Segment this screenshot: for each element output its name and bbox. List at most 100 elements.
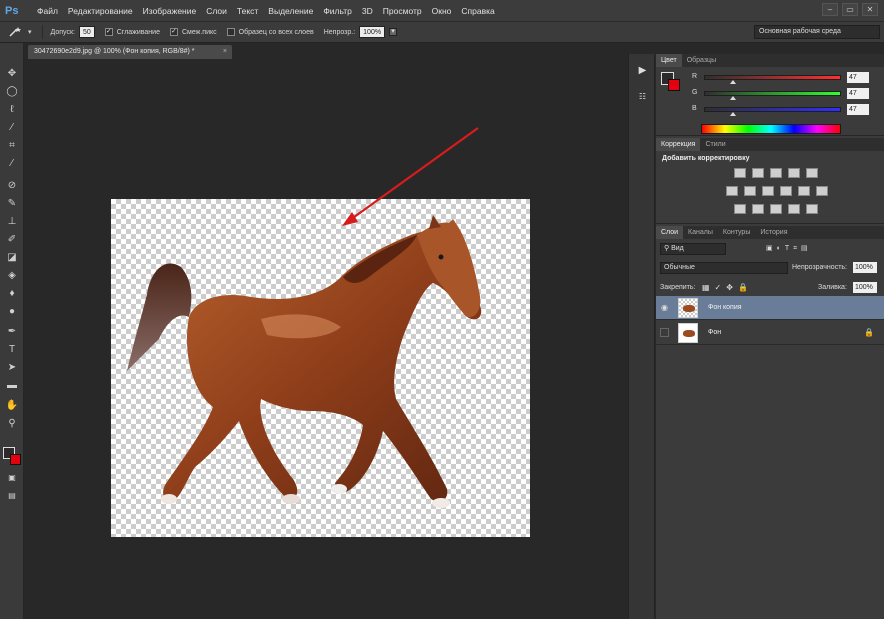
menu-image[interactable]: Изображение — [138, 0, 202, 22]
window-controls: – ▭ ✕ — [822, 3, 878, 16]
gradient-tool-icon[interactable]: ◈ — [4, 269, 20, 283]
curves-icon[interactable] — [770, 168, 782, 178]
marquee-tool-icon[interactable]: ◯ — [4, 85, 20, 99]
brightness-icon[interactable] — [734, 168, 746, 178]
gradient-map-icon[interactable] — [788, 204, 800, 214]
tab-layers[interactable]: Слои — [656, 226, 684, 239]
layer-filter-icons[interactable]: ▣◐T⌗▤ — [766, 244, 812, 253]
green-slider-thumb[interactable] — [730, 96, 736, 100]
red-slider[interactable] — [704, 75, 841, 80]
selective-color-icon[interactable] — [806, 204, 818, 214]
background-color-swatch[interactable] — [10, 454, 21, 465]
workspace-select[interactable]: Основная рабочая среда — [754, 25, 880, 39]
shape-tool-icon[interactable]: ▬ — [4, 379, 20, 393]
blur-tool-icon[interactable]: ♦ — [4, 287, 20, 301]
path-select-icon[interactable]: ➤ — [4, 361, 20, 375]
tab-swatches[interactable]: Образцы — [682, 54, 721, 67]
green-value[interactable]: 47 — [847, 88, 869, 99]
crop-tool-icon[interactable]: ⌗ — [4, 139, 20, 153]
menu-layers[interactable]: Слои — [201, 0, 232, 22]
menu-3d[interactable]: 3D — [357, 0, 378, 22]
menu-window[interactable]: Окно — [427, 0, 457, 22]
contiguous-group[interactable]: ✓ Смеж.пикс — [169, 28, 217, 36]
vibrance-icon[interactable] — [806, 168, 818, 178]
lock-options-icons[interactable]: ▦✓✥🔒 — [702, 283, 753, 292]
eyedropper-icon[interactable]: ⁄ — [4, 157, 20, 171]
screen-mode-icon[interactable]: ▤ — [4, 489, 20, 503]
tab-styles[interactable]: Стили — [700, 138, 730, 151]
close-button[interactable]: ✕ — [862, 3, 878, 16]
blue-slider[interactable] — [704, 107, 841, 112]
clone-stamp-icon[interactable]: ⊥ — [4, 215, 20, 229]
exposure-icon[interactable] — [788, 168, 800, 178]
tab-history[interactable]: История — [755, 226, 792, 239]
menu-type[interactable]: Текст — [232, 0, 263, 22]
history-brush-icon[interactable]: ✐ — [4, 233, 20, 247]
zoom-tool-icon[interactable]: ⚲ — [4, 417, 20, 431]
quick-mask-icon[interactable]: ▣ — [4, 471, 20, 485]
menu-file[interactable]: Файл — [32, 0, 63, 22]
opacity-input[interactable]: 100% — [359, 26, 386, 38]
menu-view[interactable]: Просмотр — [378, 0, 427, 22]
lasso-tool-icon[interactable]: ℓ — [4, 103, 20, 117]
tab-adjustments[interactable]: Коррекция — [656, 138, 701, 151]
background-swatch[interactable] — [668, 79, 680, 91]
green-slider[interactable] — [704, 91, 841, 96]
layer-row[interactable]: ◉ Фон копия — [656, 296, 884, 320]
menu-select[interactable]: Выделение — [263, 0, 318, 22]
color-spectrum[interactable] — [701, 124, 841, 134]
restore-button[interactable]: ▭ — [842, 3, 858, 16]
levels-icon[interactable] — [752, 168, 764, 178]
document-tab[interactable]: 30472690e2d9.jpg @ 100% (Фон копия, RGB/… — [28, 45, 232, 59]
threshold-icon[interactable] — [770, 204, 782, 214]
color-lookup-icon[interactable] — [816, 186, 828, 196]
sample-all-group[interactable]: Образец со всех слоев — [226, 28, 314, 36]
tool-preset-picker[interactable]: ▾ — [8, 26, 32, 38]
brush-tool-icon[interactable]: ✎ — [4, 197, 20, 211]
play-actions-icon[interactable]: ▶ — [633, 62, 652, 80]
tolerance-input[interactable]: 50 — [78, 26, 95, 38]
eraser-tool-icon[interactable]: ◪ — [4, 251, 20, 265]
menu-filter[interactable]: Фильтр — [318, 0, 357, 22]
antialias-group[interactable]: ✓ Сглаживание — [104, 28, 160, 36]
visibility-toggle[interactable] — [660, 328, 669, 337]
image-canvas[interactable] — [111, 199, 530, 537]
channel-mixer-icon[interactable] — [798, 186, 810, 196]
red-value[interactable]: 47 — [847, 72, 869, 83]
close-tab-icon[interactable]: × — [223, 45, 227, 59]
layer-row[interactable]: Фон 🔒 — [656, 321, 884, 345]
contiguous-checkbox[interactable]: ✓ — [169, 28, 178, 36]
sample-all-checkbox[interactable] — [226, 28, 235, 36]
properties-icon[interactable]: ☷ — [633, 88, 652, 106]
blend-mode-select[interactable]: Обычные — [660, 262, 788, 274]
hue-saturation-icon[interactable] — [726, 186, 738, 196]
minimize-button[interactable]: – — [822, 3, 838, 16]
red-slider-thumb[interactable] — [730, 80, 736, 84]
type-tool-icon[interactable]: T — [4, 343, 20, 357]
blue-slider-thumb[interactable] — [730, 112, 736, 116]
menu-help[interactable]: Справка — [456, 0, 499, 22]
layer-filter-select[interactable]: ⚲ Вид — [660, 243, 726, 255]
antialias-checkbox[interactable]: ✓ — [104, 28, 113, 36]
tab-paths[interactable]: Контуры — [718, 226, 755, 239]
move-tool-icon[interactable]: ✥ — [4, 67, 20, 81]
hand-tool-icon[interactable]: ✋ — [4, 399, 20, 413]
posterize-icon[interactable] — [752, 204, 764, 214]
opacity-dropdown-icon[interactable]: ▾ — [389, 28, 398, 36]
pen-tool-icon[interactable]: ✒ — [4, 325, 20, 339]
color-balance-icon[interactable] — [744, 186, 756, 196]
layer-opacity-input[interactable]: 100% — [853, 262, 877, 273]
tab-color[interactable]: Цвет — [656, 54, 682, 67]
quick-select-icon[interactable]: ⁄ — [4, 121, 20, 135]
fill-input[interactable]: 100% — [853, 282, 877, 293]
invert-icon[interactable] — [734, 204, 746, 214]
sample-all-label: Образец со всех слоев — [238, 28, 314, 36]
visibility-eye-icon[interactable]: ◉ — [661, 303, 670, 312]
tab-channels[interactable]: Каналы — [683, 226, 718, 239]
black-white-icon[interactable] — [762, 186, 774, 196]
menu-edit[interactable]: Редактирование — [63, 0, 138, 22]
photo-filter-icon[interactable] — [780, 186, 792, 196]
blue-value[interactable]: 47 — [847, 104, 869, 115]
heal-brush-icon[interactable]: ⊘ — [4, 179, 20, 193]
dodge-tool-icon[interactable]: ● — [4, 305, 20, 319]
